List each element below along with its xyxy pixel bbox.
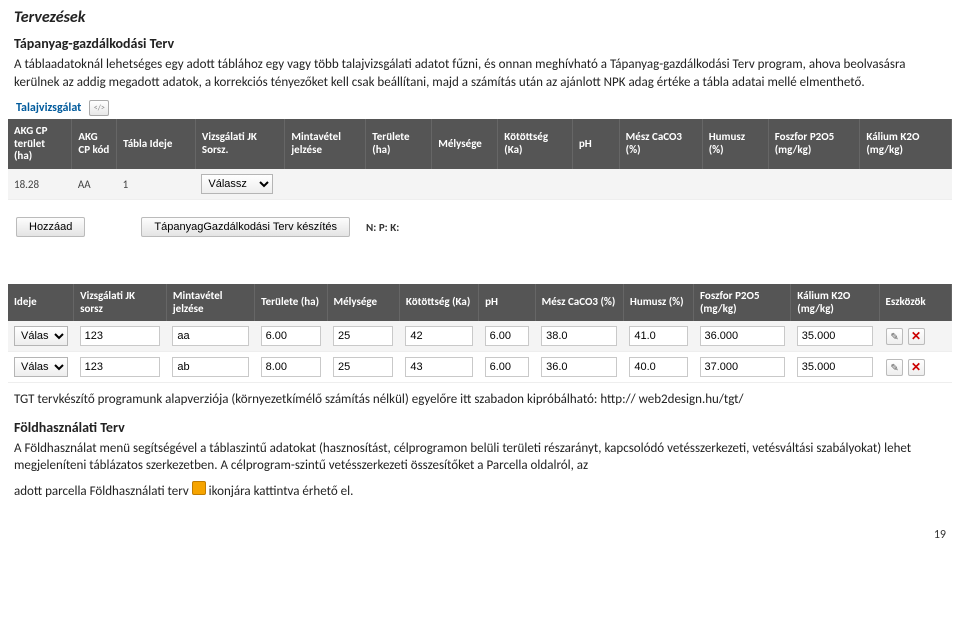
landuse-plan-icon — [192, 481, 206, 495]
heading-foldhasznalati: Földhasználati Terv — [14, 419, 946, 436]
cell-akg-ha: 18.28 — [8, 169, 72, 200]
mv-input[interactable] — [172, 326, 248, 346]
npk-label: N: P: K: — [366, 221, 399, 234]
table-header-row: Ideje Vizsgálati JK sorsz Mintavétel jel… — [8, 284, 952, 321]
col-terulete: Területe (ha) — [255, 284, 327, 321]
ph-input[interactable] — [485, 357, 530, 377]
xml-icon[interactable]: </> — [89, 100, 109, 116]
heading-tapanyag-terv: Tápanyag-gazdálkodási Terv — [14, 35, 946, 52]
col-ph: pH — [572, 119, 619, 169]
ideje-select[interactable]: Válassz — [14, 357, 68, 377]
soil-test-table-2: Ideje Vizsgálati JK sorsz Mintavétel jel… — [8, 284, 952, 383]
page-number: 19 — [14, 528, 946, 542]
col-jk-sorsz: Vizsgálati JK sorsz — [74, 284, 167, 321]
col-kalium: Kálium K2O (mg/kg) — [791, 284, 879, 321]
col-kalium: Kálium K2O (mg/kg) — [860, 119, 952, 169]
col-foszfor: Foszfor P2O5 (mg/kg) — [768, 119, 860, 169]
hozzaad-button[interactable]: Hozzáad — [16, 217, 85, 237]
humusz-input[interactable] — [629, 357, 687, 377]
para2-text-b: ikonjára kattintva érhető el. — [209, 484, 354, 499]
table-header-row: AKG CP terület (ha) AKG CP kód Tábla Ide… — [8, 119, 952, 169]
foldhasznalat-para-2: adott parcella Földhasználati terv ikonj… — [14, 481, 946, 501]
col-humusz: Humusz (%) — [702, 119, 768, 169]
fosz-input[interactable] — [700, 326, 785, 346]
col-eszkozok: Eszközök — [879, 284, 951, 321]
table-row: Válassz ✎ ✕ — [8, 321, 952, 352]
table-row: 18.28 AA 1 Válassz — [8, 169, 952, 200]
col-ph: pH — [479, 284, 536, 321]
col-melysege: Mélysége — [327, 284, 399, 321]
mv-input[interactable] — [172, 357, 248, 377]
jk-input[interactable] — [80, 326, 161, 346]
ka-input[interactable] — [405, 326, 472, 346]
humusz-input[interactable] — [629, 326, 687, 346]
col-ideje: Ideje — [8, 284, 74, 321]
mesz-input[interactable] — [541, 326, 617, 346]
col-mesz: Mész CaCO3 (%) — [535, 284, 623, 321]
col-kotottseg: Kötöttség (Ka) — [498, 119, 573, 169]
tgt-keszites-button[interactable]: TápanyagGazdálkodási Terv készítés — [141, 217, 350, 237]
edit-icon[interactable]: ✎ — [886, 359, 903, 376]
col-mintavetel: Mintavétel jelzése — [166, 284, 254, 321]
kal-input[interactable] — [797, 326, 873, 346]
delete-icon[interactable]: ✕ — [908, 328, 925, 345]
heading-tervezesek: Tervezések — [14, 8, 946, 27]
ha-input[interactable] — [261, 326, 321, 346]
col-akg-ha: AKG CP terület (ha) — [8, 119, 72, 169]
col-foszfor: Foszfor P2O5 (mg/kg) — [694, 284, 791, 321]
ph-input[interactable] — [485, 326, 530, 346]
jk-select[interactable]: Válassz — [201, 174, 273, 194]
mely-input[interactable] — [333, 357, 393, 377]
edit-icon[interactable]: ✎ — [886, 328, 903, 345]
col-melysege: Mélysége — [432, 119, 498, 169]
ha-input[interactable] — [261, 357, 321, 377]
mesz-input[interactable] — [541, 357, 617, 377]
intro-paragraph: A táblaadatoknál lehetséges egy adott tá… — [14, 56, 946, 91]
col-jk-sorsz: Vizsgálati JK Sorsz. — [195, 119, 284, 169]
talajvizsgalat-label[interactable]: Talajvizsgálat — [16, 101, 81, 115]
kal-input[interactable] — [797, 357, 873, 377]
cell-akg-kod: AA — [72, 169, 117, 200]
col-kotottseg: Kötöttség (Ka) — [399, 284, 478, 321]
col-akg-kod: AKG CP kód — [72, 119, 117, 169]
col-mesz: Mész CaCO3 (%) — [619, 119, 702, 169]
col-tabla-ideje: Tábla Ideje — [117, 119, 196, 169]
table-row: Válassz ✎ ✕ — [8, 352, 952, 383]
para2-text-a: adott parcella Földhasználati terv — [14, 484, 192, 499]
foldhasznalat-para-1: A Földhasználat menü segítségével a tábl… — [14, 440, 946, 475]
ideje-select[interactable]: Válassz — [14, 326, 68, 346]
col-terulete: Területe (ha) — [366, 119, 432, 169]
ka-input[interactable] — [405, 357, 472, 377]
col-mintavetel: Mintavétel jelzése — [285, 119, 366, 169]
cell-tabla-ideje: 1 — [117, 169, 196, 200]
soil-test-table-1: AKG CP terület (ha) AKG CP kód Tábla Ide… — [8, 119, 952, 200]
fosz-input[interactable] — [700, 357, 785, 377]
delete-icon[interactable]: ✕ — [908, 359, 925, 376]
col-humusz: Humusz (%) — [623, 284, 693, 321]
mely-input[interactable] — [333, 326, 393, 346]
tgt-link-paragraph: TGT tervkészítő programunk alapverziója … — [14, 391, 946, 409]
jk-input[interactable] — [80, 357, 161, 377]
